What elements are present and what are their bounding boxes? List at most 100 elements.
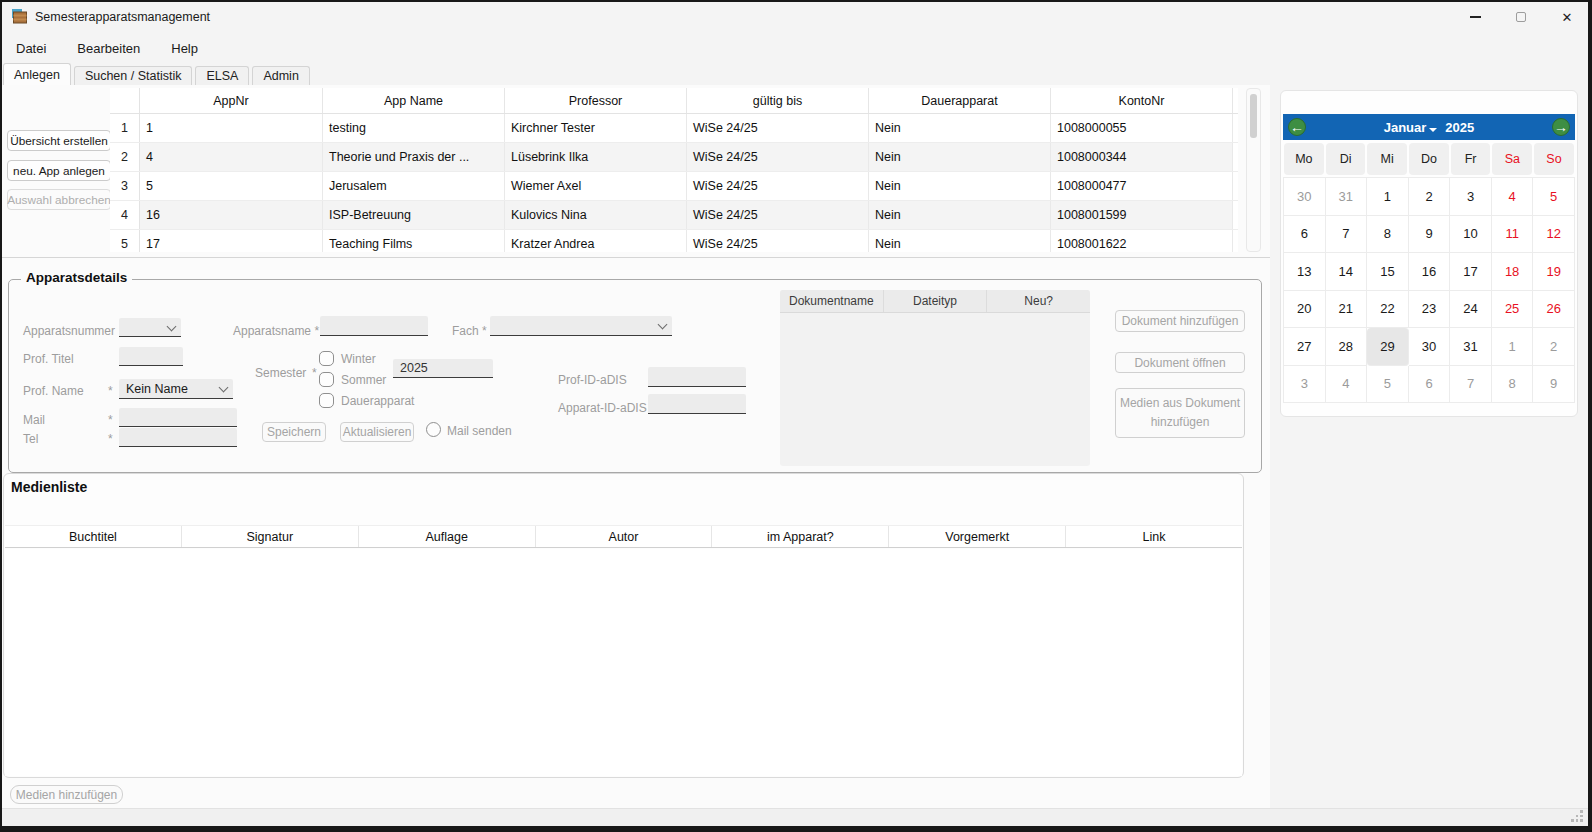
calendar-next-button[interactable]: → (1552, 118, 1570, 136)
close-button[interactable]: ✕ (1544, 2, 1588, 32)
table-row[interactable]: 416ISP-BetreuungKulovics NinaWiSe 24/25N… (110, 201, 1238, 230)
auswahl-abbrechen-button[interactable]: Auswahl abbrechen (7, 189, 111, 210)
fach-combobox[interactable] (490, 316, 672, 336)
calendar-day[interactable]: 4 (1326, 366, 1368, 404)
table-row[interactable]: 24Theorie und Praxis der ...Lüsebrink Il… (110, 143, 1238, 172)
tab-elsa[interactable]: ELSA (195, 66, 249, 85)
column-header-professor[interactable]: Professor (505, 88, 687, 113)
calendar-day[interactable]: 6 (1284, 216, 1326, 254)
apparat-table-scrollbar[interactable] (1246, 88, 1261, 252)
calendar-day[interactable]: 13 (1284, 253, 1326, 291)
prof-titel-input[interactable] (119, 347, 183, 366)
calendar-day[interactable]: 9 (1533, 366, 1575, 404)
media-column-header-buchtitel[interactable]: Buchtitel (5, 526, 182, 547)
apparatsnummer-combobox[interactable] (119, 318, 181, 337)
aktualisieren-button[interactable]: Aktualisieren (340, 422, 414, 442)
calendar-prev-button[interactable]: ← (1288, 118, 1306, 136)
calendar-day[interactable]: 23 (1409, 291, 1451, 329)
column-header-dauerapparat[interactable]: Dauerapparat (869, 88, 1051, 113)
calendar-day[interactable]: 9 (1409, 216, 1451, 254)
column-header-kontonr[interactable]: KontoNr (1051, 88, 1233, 113)
calendar-day[interactable]: 19 (1533, 253, 1575, 291)
calendar-day[interactable]: 1 (1492, 328, 1534, 366)
calendar-day[interactable]: 28 (1326, 328, 1368, 366)
dokument-hinzufuegen-button[interactable]: Dokument hinzufügen (1115, 310, 1245, 332)
media-column-header-autor[interactable]: Autor (536, 526, 713, 547)
calendar-day[interactable]: 8 (1367, 216, 1409, 254)
calendar-day[interactable]: 4 (1492, 178, 1534, 216)
apparatsname-input[interactable] (320, 316, 428, 336)
year-input[interactable]: 2025 (393, 359, 493, 378)
dauerapparat-checkbox[interactable] (319, 393, 334, 408)
tab-admin[interactable]: Admin (252, 66, 309, 85)
calendar-day[interactable]: 11 (1492, 216, 1534, 254)
column-header-appnr[interactable]: AppNr (140, 88, 323, 113)
calendar-month[interactable]: Januar (1384, 120, 1427, 135)
scrollbar-thumb[interactable] (1250, 94, 1257, 138)
calendar-day[interactable]: 24 (1450, 291, 1492, 329)
neu-app-anlegen-button[interactable]: neu. App anlegen (7, 160, 111, 181)
doc-column-header-dokumentname[interactable]: Dokumentname (780, 290, 884, 312)
media-column-header-imapparat[interactable]: im Apparat? (712, 526, 889, 547)
calendar-day[interactable]: 3 (1450, 178, 1492, 216)
menu-item-bearbeiten[interactable]: Bearbeiten (77, 41, 140, 56)
calendar-day[interactable]: 15 (1367, 253, 1409, 291)
calendar-day[interactable]: 10 (1450, 216, 1492, 254)
prof-name-combobox[interactable]: Kein Name (119, 379, 233, 399)
calendar-day[interactable]: 30 (1284, 178, 1326, 216)
calendar-day[interactable]: 30 (1409, 328, 1451, 366)
calendar-day[interactable]: 20 (1284, 291, 1326, 329)
calendar-year[interactable]: 2025 (1445, 120, 1474, 135)
apparat-id-adis-input[interactable] (648, 394, 746, 414)
calendar-day[interactable]: 7 (1450, 366, 1492, 404)
column-header-appname[interactable]: App Name (323, 88, 505, 113)
speichern-button[interactable]: Speichern (262, 422, 326, 442)
table-row[interactable]: 35JerusalemWiemer AxelWiSe 24/25Nein1008… (110, 172, 1238, 201)
calendar-day[interactable]: 31 (1450, 328, 1492, 366)
medien-hinzufuegen-button[interactable]: Medien hinzufügen (10, 785, 123, 804)
calendar-day[interactable]: 5 (1367, 366, 1409, 404)
calendar-day[interactable]: 29 (1367, 328, 1409, 366)
calendar-day[interactable]: 7 (1326, 216, 1368, 254)
media-column-header-link[interactable]: Link (1066, 526, 1242, 547)
menu-item-datei[interactable]: Datei (16, 41, 46, 56)
calendar-day[interactable]: 14 (1326, 253, 1368, 291)
dokument-oeffnen-button[interactable]: Dokument öffnen (1115, 352, 1245, 373)
app-icon[interactable] (11, 8, 28, 25)
calendar-day[interactable]: 31 (1326, 178, 1368, 216)
tab-anlegen[interactable]: Anlegen (3, 63, 71, 85)
media-column-header-signatur[interactable]: Signatur (182, 526, 359, 547)
column-header-gltigbis[interactable]: gültig bis (687, 88, 869, 113)
calendar-day[interactable]: 8 (1492, 366, 1534, 404)
calendar-day[interactable]: 17 (1450, 253, 1492, 291)
calendar-day[interactable]: 2 (1409, 178, 1451, 216)
menu-item-help[interactable]: Help (171, 41, 198, 56)
doc-column-header-neu[interactable]: Neu? (987, 290, 1090, 312)
doc-column-header-dateityp[interactable]: Dateityp (884, 290, 988, 312)
uebersicht-erstellen-button[interactable]: Übersicht erstellen (7, 130, 111, 151)
resize-grip[interactable] (1570, 809, 1583, 822)
sommer-checkbox[interactable] (319, 372, 334, 387)
calendar-day[interactable]: 2 (1533, 328, 1575, 366)
prof-id-adis-input[interactable] (648, 367, 746, 387)
calendar-day[interactable]: 21 (1326, 291, 1368, 329)
calendar-day[interactable]: 26 (1533, 291, 1575, 329)
calendar-day[interactable]: 5 (1533, 178, 1575, 216)
calendar-day[interactable]: 22 (1367, 291, 1409, 329)
maximize-button[interactable] (1498, 2, 1544, 32)
table-row[interactable]: 517Teaching FilmsKratzer AndreaWiSe 24/2… (110, 230, 1238, 252)
calendar-day[interactable]: 6 (1409, 366, 1451, 404)
mail-input[interactable] (119, 408, 237, 427)
calendar-day[interactable]: 25 (1492, 291, 1534, 329)
calendar-day[interactable]: 3 (1284, 366, 1326, 404)
calendar-day[interactable]: 12 (1533, 216, 1575, 254)
winter-checkbox[interactable] (319, 351, 334, 366)
calendar-header[interactable]: Januar 2025 (1283, 114, 1575, 140)
calendar-day[interactable]: 16 (1409, 253, 1451, 291)
medien-aus-dokument-button[interactable]: Medien aus Dokument hinzufügen (1115, 388, 1245, 438)
calendar-day[interactable]: 18 (1492, 253, 1534, 291)
media-column-header-auflage[interactable]: Auflage (359, 526, 536, 547)
mail-senden-radio[interactable] (426, 422, 441, 437)
tel-input[interactable] (119, 428, 237, 447)
calendar-day[interactable]: 1 (1367, 178, 1409, 216)
